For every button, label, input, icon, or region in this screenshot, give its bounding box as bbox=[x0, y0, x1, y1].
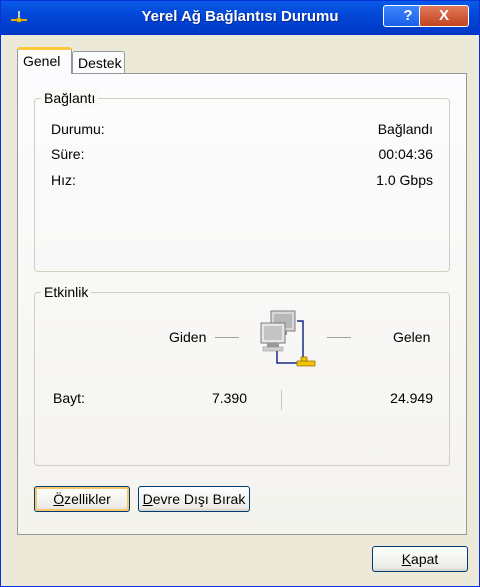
status-dialog: Yerel Ağ Bağlantısı Durumu ? X Genel Des… bbox=[0, 0, 480, 587]
properties-mnemonic: Ö bbox=[53, 491, 65, 507]
sent-label: Giden bbox=[169, 329, 207, 345]
activity-group: Etkinlik Giden Gelen Bayt: 7.390 24.949 bbox=[34, 284, 450, 466]
network-computers-icon bbox=[257, 307, 327, 380]
connection-group: Bağlantı Durumu: Bağlandı Süre: 00:04:36… bbox=[34, 90, 450, 272]
tab-support[interactable]: Destek bbox=[72, 51, 125, 73]
activity-group-title: Etkinlik bbox=[41, 284, 92, 300]
disable-button[interactable]: Devre Dışı Bırak bbox=[138, 486, 250, 512]
received-line bbox=[327, 337, 351, 338]
close-mnemonic: K bbox=[401, 551, 412, 567]
status-label: Durumu: bbox=[51, 121, 105, 137]
status-value: Bağlandı bbox=[377, 121, 433, 137]
disable-label: evre Dışı Bırak bbox=[152, 491, 246, 507]
duration-row: Süre: 00:04:36 bbox=[51, 146, 433, 164]
bytes-divider bbox=[281, 390, 282, 410]
properties-label: zellikler bbox=[64, 491, 111, 507]
duration-value: 00:04:36 bbox=[378, 146, 434, 162]
speed-row: Hız: 1.0 Gbps bbox=[51, 172, 433, 190]
close-label: apat bbox=[411, 551, 439, 567]
bytes-label: Bayt: bbox=[53, 390, 85, 406]
sent-line bbox=[215, 337, 239, 338]
speed-value: 1.0 Gbps bbox=[376, 172, 433, 188]
close-button[interactable]: Kapat bbox=[372, 546, 468, 572]
status-row: Durumu: Bağlandı bbox=[51, 121, 433, 139]
close-window-button[interactable]: X bbox=[419, 5, 469, 27]
bytes-received-value: 24.949 bbox=[390, 390, 433, 406]
properties-button[interactable]: Özellikler bbox=[34, 486, 130, 512]
duration-label: Süre: bbox=[51, 146, 85, 162]
title-bar[interactable]: Yerel Ağ Bağlantısı Durumu ? X bbox=[1, 1, 479, 35]
bytes-sent-value: 7.390 bbox=[211, 390, 247, 406]
tab-panel: Bağlantı Durumu: Bağlandı Süre: 00:04:36… bbox=[17, 73, 467, 535]
tab-general[interactable]: Genel bbox=[17, 47, 72, 74]
speed-label: Hız: bbox=[51, 172, 76, 188]
received-label: Gelen bbox=[393, 329, 431, 345]
disable-mnemonic: D bbox=[142, 491, 153, 507]
connection-group-title: Bağlantı bbox=[41, 90, 99, 106]
